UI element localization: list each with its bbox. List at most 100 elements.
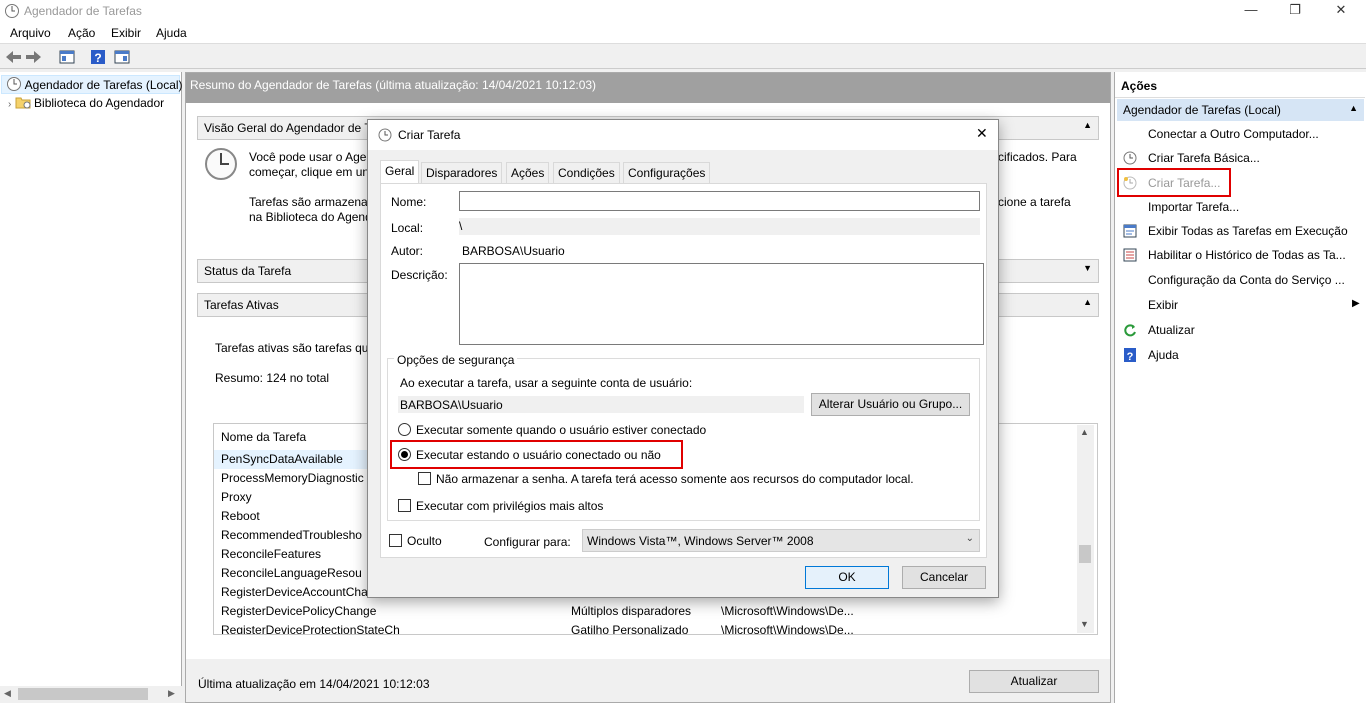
tree-item-root[interactable]: Agendador de Tarefas (Local) <box>6 76 183 94</box>
last-update-text: Última atualização em 14/04/2021 10:12:0… <box>198 677 430 691</box>
console-tree-icon[interactable] <box>58 48 76 66</box>
configure-select[interactable]: Windows Vista™, Windows Server™ 2008 ⌄ <box>582 529 980 552</box>
action-view-menu[interactable]: Exibir <box>1148 296 1178 314</box>
action-connect[interactable]: Conectar a Outro Computador... <box>1148 125 1319 143</box>
overview-text-1c: cificados. Para <box>998 150 1077 164</box>
table-vertical-scrollbar[interactable]: ▲ ▼ <box>1077 425 1094 633</box>
account-text: Ao executar a tarefa, usar a seguinte co… <box>400 376 693 390</box>
help-icon: ? <box>1124 348 1136 362</box>
table-cell-path: \Microsoft\Windows\De... <box>721 623 854 635</box>
svg-text:?: ? <box>94 51 101 65</box>
tab-condicoes[interactable]: Condições <box>553 162 620 183</box>
basic-task-icon <box>1123 151 1137 165</box>
tab-configuracoes[interactable]: Configurações <box>623 162 711 183</box>
chevron-right-icon[interactable]: › <box>8 99 11 110</box>
restore-button[interactable]: ❐ <box>1280 2 1310 20</box>
summary-header: Resumo do Agendador de Tarefas (última a… <box>186 73 1110 103</box>
toolbar: ? <box>0 45 1366 69</box>
action-refresh[interactable]: Atualizar <box>1148 321 1195 339</box>
active-summary: Resumo: 124 no total <box>215 371 330 385</box>
cancel-button[interactable]: Cancelar <box>902 566 986 589</box>
table-row[interactable]: PenSyncDataAvailable <box>221 450 343 469</box>
actions-group-header[interactable]: Agendador de Tarefas (Local) ▲ <box>1117 99 1364 121</box>
chevron-down-icon[interactable]: ⌄ <box>966 533 974 544</box>
back-arrow-icon[interactable] <box>4 48 22 66</box>
radio-only-logged-on-label[interactable]: Executar somente quando o usuário estive… <box>416 423 706 437</box>
table-row[interactable]: RegisterDeviceProtectionStateCh <box>221 621 400 634</box>
scroll-up-icon[interactable]: ▲ <box>1080 427 1089 437</box>
action-enable-history[interactable]: Habilitar o Histórico de Todas as Ta... <box>1148 246 1346 264</box>
action-create-basic-task[interactable]: Criar Tarefa Básica... <box>1148 149 1260 167</box>
menu-ajuda[interactable]: Ajuda <box>156 26 187 40</box>
action-help[interactable]: Ajuda <box>1148 346 1179 364</box>
author-label: Autor: <box>391 244 424 258</box>
table-row[interactable]: ReconcileLanguageResou <box>221 564 362 583</box>
table-row[interactable]: ReconcileFeatures <box>221 545 321 564</box>
highest-privileges-label[interactable]: Executar com privilégios mais altos <box>416 499 603 513</box>
menu-acao[interactable]: Ação <box>68 26 95 40</box>
forward-arrow-icon[interactable] <box>25 48 43 66</box>
refresh-button[interactable]: Atualizar <box>969 670 1099 693</box>
close-window-button[interactable]: ✕ <box>1326 2 1356 20</box>
tree-library-label: Biblioteca do Agendador <box>34 96 165 110</box>
no-password-checkbox[interactable] <box>418 472 431 485</box>
clock-icon <box>378 128 392 142</box>
overview-text-1a: Você pode usar o Agen <box>249 150 374 164</box>
table-row[interactable]: RegisterDevicePolicyChange <box>221 602 376 621</box>
table-cell-trigger: Múltiplos disparadores <box>571 604 692 618</box>
tab-acoes[interactable]: Ações <box>506 162 550 183</box>
table-cell-path: \Microsoft\Windows\De... <box>721 604 854 618</box>
menu-bar: Arquivo Ação Exibir Ajuda <box>0 22 1366 44</box>
location-label: Local: <box>391 221 424 235</box>
action-service-account[interactable]: Configuração da Conta do Serviço ... <box>1148 271 1345 289</box>
action-view-running[interactable]: Exibir Todas as Tarefas em Execução <box>1148 222 1348 240</box>
tab-disparadores[interactable]: Disparadores <box>421 162 503 183</box>
action-import-task[interactable]: Importar Tarefa... <box>1148 198 1239 216</box>
ok-button[interactable]: OK <box>805 566 889 589</box>
collapse-icon[interactable]: ▲ <box>1083 120 1092 130</box>
tab-geral[interactable]: Geral <box>380 160 420 184</box>
active-description: Tarefas ativas são tarefas qu <box>215 341 369 355</box>
scroll-down-icon[interactable]: ▼ <box>1080 619 1089 629</box>
actions-pane: Ações Agendador de Tarefas (Local) ▲ Con… <box>1114 72 1366 703</box>
create-task-dialog: Criar Tarefa ✕ Geral Disparadores Ações … <box>367 119 999 598</box>
action-pane-icon[interactable] <box>113 48 131 66</box>
scroll-left-icon[interactable]: ◀ <box>4 688 11 699</box>
table-row[interactable]: RegisterDeviceAccountCha <box>221 583 368 602</box>
description-input[interactable] <box>459 263 984 345</box>
no-password-label[interactable]: Não armazenar a senha. A tarefa terá ace… <box>436 472 914 486</box>
name-label: Nome: <box>391 195 427 209</box>
collapse-icon[interactable]: ▲ <box>1349 103 1358 113</box>
scroll-thumb[interactable] <box>18 688 148 700</box>
scroll-right-icon[interactable]: ▶ <box>168 688 175 699</box>
scroll-thumb[interactable] <box>1079 545 1091 563</box>
tree-item-library[interactable]: › Biblioteca do Agendador <box>8 94 164 112</box>
dialog-title: Criar Tarefa <box>398 128 461 142</box>
name-input[interactable] <box>459 191 980 211</box>
table-row[interactable]: ProcessMemoryDiagnostic <box>221 469 364 488</box>
horizontal-scrollbar[interactable]: ◀ ▶ <box>0 686 182 703</box>
collapse-icon[interactable]: ▲ <box>1083 297 1092 307</box>
menu-exibir[interactable]: Exibir <box>111 26 141 40</box>
column-header-name[interactable]: Nome da Tarefa <box>221 428 306 447</box>
author-value: BARBOSA\Usuario <box>462 244 565 258</box>
highest-privileges-checkbox[interactable] <box>398 499 411 512</box>
hidden-checkbox[interactable] <box>389 534 402 547</box>
history-icon <box>1123 248 1137 262</box>
table-row[interactable]: Proxy <box>221 488 252 507</box>
expand-icon[interactable]: ▼ <box>1083 263 1092 273</box>
overview-text-1b: começar, clique em un <box>249 165 370 179</box>
dialog-close-button[interactable]: ✕ <box>976 125 988 142</box>
minimize-button[interactable]: — <box>1236 2 1266 20</box>
folder-clock-icon <box>15 97 31 109</box>
change-user-button[interactable]: Alterar Usuário ou Grupo... <box>811 393 970 416</box>
hidden-label[interactable]: Oculto <box>407 534 442 548</box>
dialog-title-bar: Criar Tarefa ✕ <box>368 120 998 150</box>
overview-text-2c: cione a tarefa <box>998 195 1071 209</box>
radio-only-logged-on[interactable] <box>398 423 411 436</box>
table-row[interactable]: Reboot <box>221 507 260 526</box>
clock-icon <box>5 4 19 18</box>
menu-arquivo[interactable]: Arquivo <box>10 26 51 40</box>
table-row[interactable]: RecommendedTroublesho <box>221 526 362 545</box>
help-icon[interactable]: ? <box>89 48 107 66</box>
